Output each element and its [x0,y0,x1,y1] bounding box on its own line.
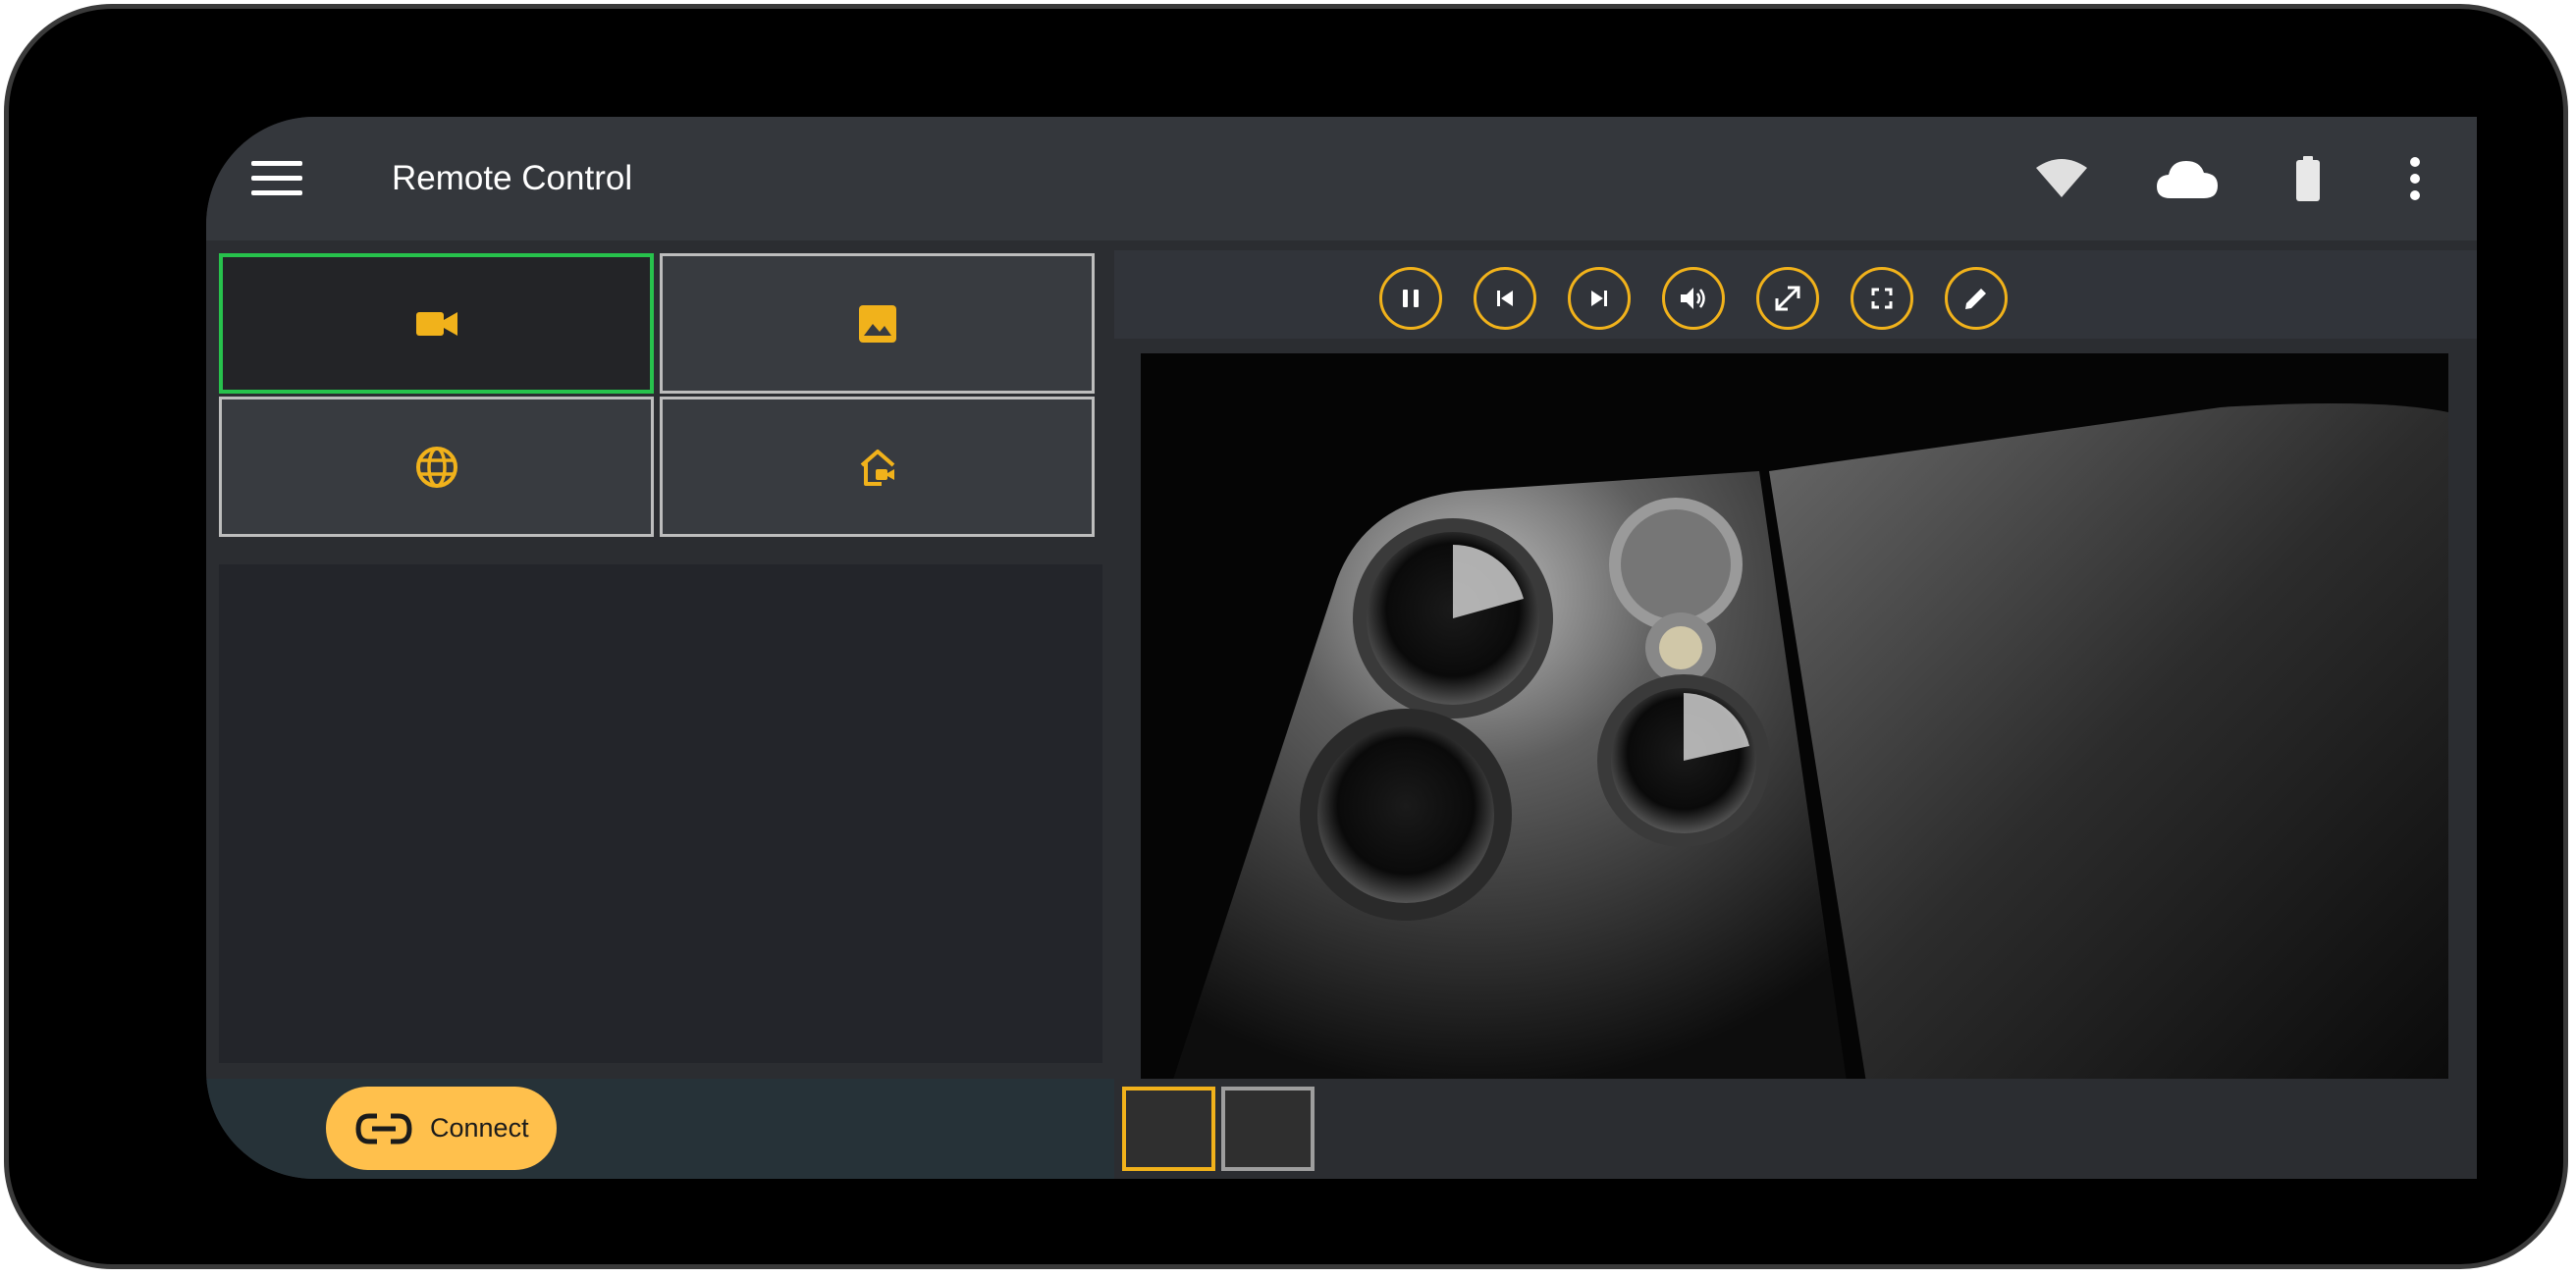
videocam-icon [415,311,457,336]
cloud-icon [2153,151,2222,206]
source-tile-home-camera[interactable] [660,397,1095,537]
skip-next-icon [1591,291,1607,306]
video-preview[interactable] [1141,353,2448,1089]
home-camera-icon [860,449,894,486]
volume-button[interactable] [1662,267,1725,330]
player-area [1114,240,2477,1179]
device-frame: Remote Control Connect [4,4,2568,1269]
app-bar: Remote Control [206,117,2477,240]
more-vert-icon[interactable] [2405,151,2425,206]
edit-button[interactable] [1945,267,2008,330]
thumbnail-2[interactable] [1221,1087,1315,1171]
wifi-icon [2032,151,2091,206]
skip-previous-icon [1497,291,1513,306]
phone-camera-image [1141,353,2448,1089]
globe-icon [415,446,457,488]
source-tile-camera[interactable] [219,253,654,394]
pause-icon [1403,290,1419,307]
fullscreen-icon [1871,288,1893,309]
thumbnail-strip [1114,1079,2477,1179]
expand-icon [1775,286,1800,311]
player-controls-bar [1114,250,2477,339]
app-screen: Remote Control Connect [206,117,2477,1179]
expand-button[interactable] [1756,267,1819,330]
volume-icon [1681,288,1705,309]
app-title: Remote Control [392,159,633,197]
connect-button[interactable]: Connect [326,1087,557,1170]
source-tile-image[interactable] [660,253,1095,394]
connect-label: Connect [430,1113,529,1143]
menu-icon[interactable] [251,161,302,196]
skip-previous-button[interactable] [1474,267,1536,330]
source-tile-web[interactable] [219,397,654,537]
pause-button[interactable] [1379,267,1442,330]
thumbnail-1[interactable] [1122,1087,1215,1171]
details-panel [219,564,1102,1063]
bottom-bar-left: Connect [206,1079,1114,1179]
battery-icon [2293,151,2323,206]
link-icon [355,1113,412,1144]
fullscreen-button[interactable] [1851,267,1913,330]
edit-icon [1965,289,1986,309]
skip-next-button[interactable] [1568,267,1631,330]
image-icon [858,304,896,343]
